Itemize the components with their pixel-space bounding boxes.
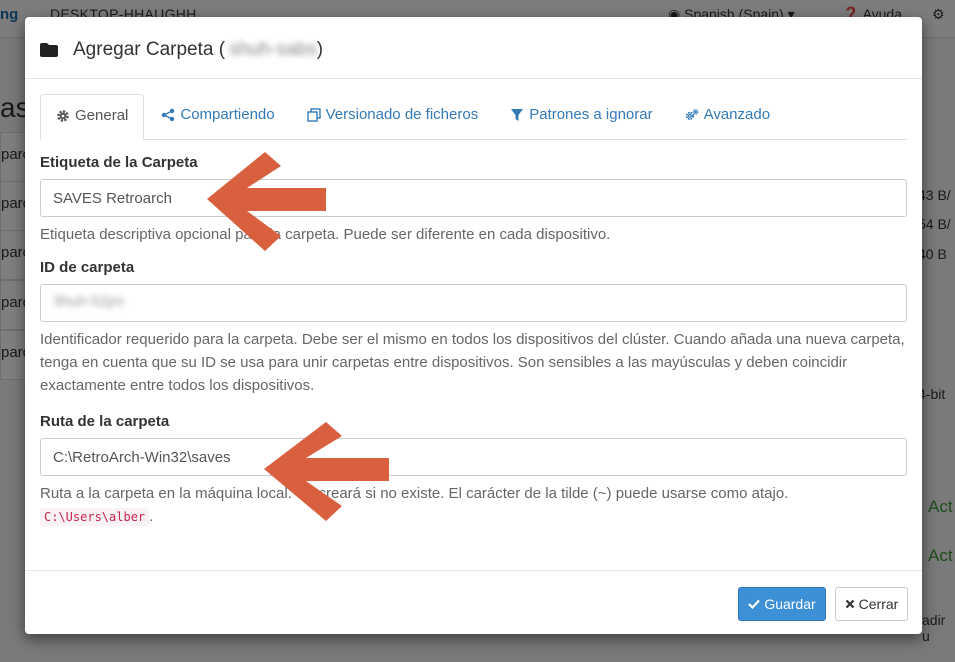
folder-id-input[interactable]: 3huh-52jm <box>40 284 907 322</box>
tab-general[interactable]: General <box>40 94 145 140</box>
filter-icon <box>511 109 524 121</box>
tab-versioning[interactable]: Versionado de ficheros <box>292 94 494 139</box>
folder-id-value: 3huh-52jm <box>53 293 124 310</box>
tab-ignore-patterns[interactable]: Patrones a ignorar <box>495 94 667 139</box>
folder-path-input[interactable] <box>40 438 907 476</box>
folder-path-help-text: Ruta a la carpeta en la máquina local. S… <box>40 485 789 502</box>
tab-label: Avanzado <box>703 106 771 123</box>
check-icon <box>748 599 761 609</box>
tab-label: Compartiendo <box>180 106 275 123</box>
tab-label: Versionado de ficheros <box>325 106 479 123</box>
folder-id-help: Identificador requerido para la carpeta.… <box>40 331 905 394</box>
folder-icon <box>40 42 58 57</box>
tab-label: General <box>75 107 129 124</box>
folder-id-group: ID de carpeta 3huh-52jm Identificador re… <box>40 259 907 397</box>
folder-path-help-end: . <box>149 508 154 525</box>
close-button[interactable]: Cerrar <box>835 587 908 621</box>
folder-label-help: Etiqueta descriptiva opcional para la ca… <box>40 226 611 243</box>
modal-footer: Guardar Cerrar <box>25 570 922 634</box>
home-path-code: C:\Users\alber <box>40 508 150 526</box>
save-button-label: Guardar <box>764 596 816 612</box>
gear-icon <box>57 110 69 122</box>
add-folder-modal: Agregar Carpeta (shuh-sabs) General Comp… <box>25 17 922 634</box>
close-icon <box>845 599 854 609</box>
share-icon <box>162 108 175 122</box>
modal-title-text: Agregar Carpeta ( <box>73 38 226 60</box>
cogs-icon <box>685 109 698 120</box>
tab-list: General Compartiendo Versionado de fiche… <box>40 94 907 140</box>
save-button[interactable]: Guardar <box>738 587 826 621</box>
annotation-arrow-icon <box>264 422 389 521</box>
modal-title-close: ) <box>316 38 324 60</box>
folder-id-label: ID de carpeta <box>40 259 135 276</box>
modal-header: Agregar Carpeta (shuh-sabs) <box>25 17 922 79</box>
folder-path-label: Ruta de la carpeta <box>40 413 170 430</box>
tab-sharing[interactable]: Compartiendo <box>146 94 289 139</box>
tab-label: Patrones a ignorar <box>529 106 653 123</box>
annotation-arrow-icon <box>207 152 326 251</box>
folder-path-group: Ruta de la carpeta Ruta a la carpeta en … <box>40 413 907 529</box>
tab-advanced[interactable]: Avanzado <box>670 94 785 139</box>
modal-title: Agregar Carpeta (shuh-sabs) <box>40 39 323 61</box>
copy-icon <box>306 108 321 122</box>
folder-label-input[interactable] <box>40 179 907 217</box>
folder-label-label: Etiqueta de la Carpeta <box>40 154 198 171</box>
close-button-label: Cerrar <box>858 596 899 612</box>
folder-label-group: Etiqueta de la Carpeta Etiqueta descript… <box>40 154 907 246</box>
modal-title-id: shuh-sabs <box>229 38 317 60</box>
folder-path-help: Ruta a la carpeta en la máquina local. S… <box>40 482 907 529</box>
modal-body: General Compartiendo Versionado de fiche… <box>25 79 922 529</box>
